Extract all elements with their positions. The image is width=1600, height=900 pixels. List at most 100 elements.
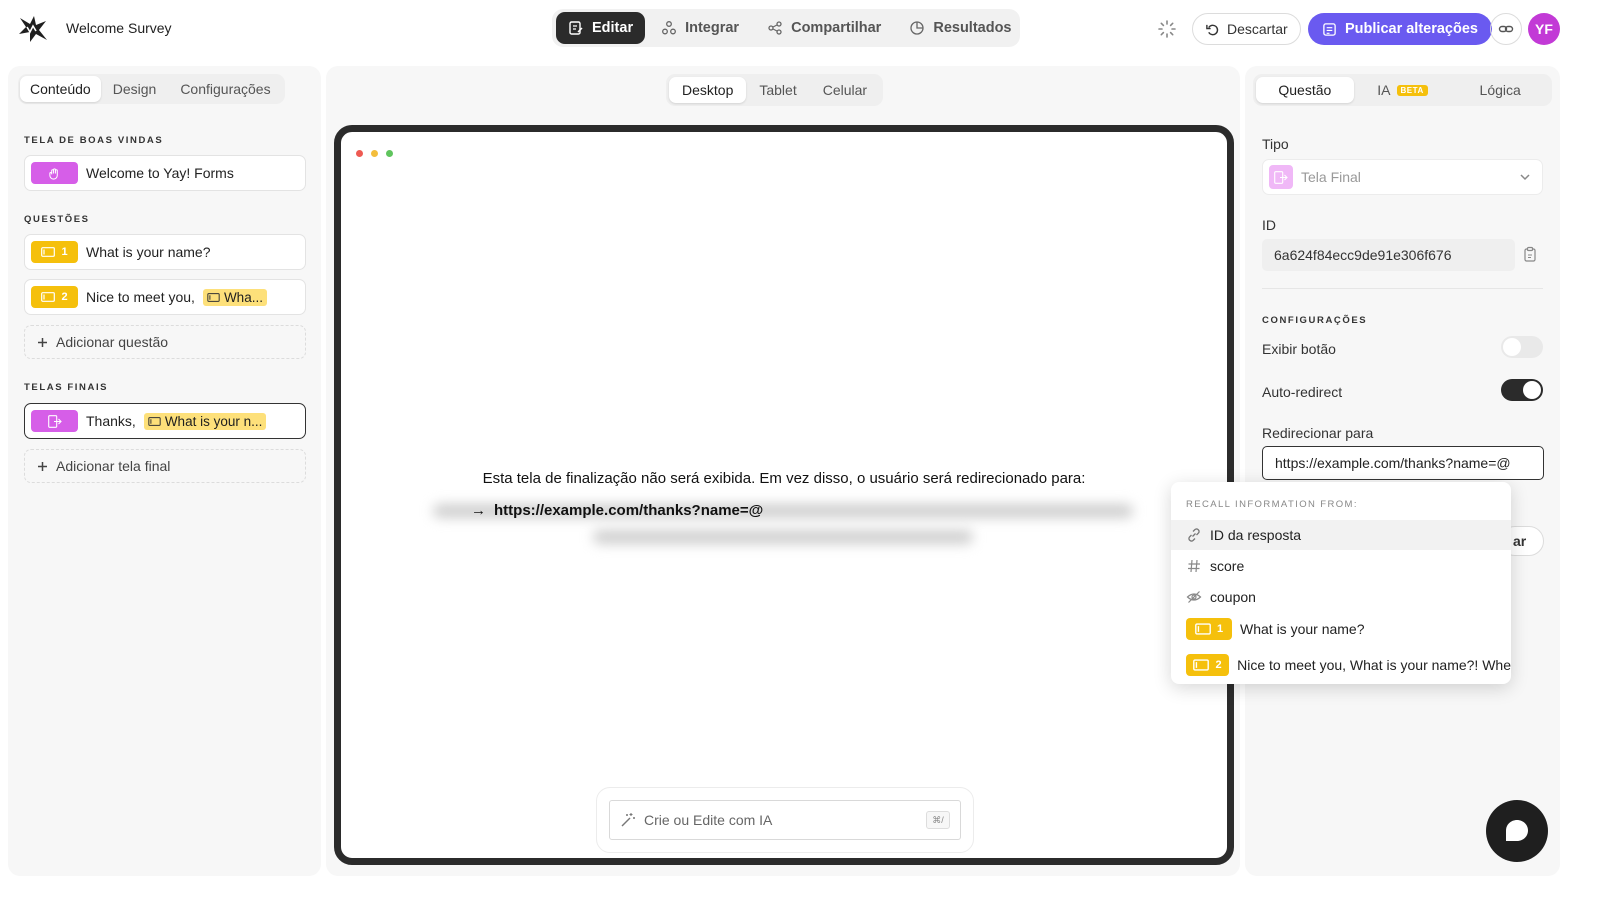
tab-ia[interactable]: IA BETA — [1354, 77, 1452, 103]
beta-badge: BETA — [1396, 84, 1428, 96]
minimize-dot-icon — [371, 150, 378, 157]
show-button-label: Exibir botão — [1262, 341, 1336, 357]
ai-assistant-box: Crie ou Edite com IA ⌘/ — [596, 787, 974, 853]
id-field[interactable]: 6a624f84ecc9de91e306f676 — [1262, 239, 1515, 271]
short-text-icon — [1195, 623, 1211, 635]
exit-screen-icon — [47, 414, 62, 428]
add-ending-label: Adicionar tela final — [56, 458, 171, 474]
nav-integrar[interactable]: Integrar — [649, 12, 751, 44]
toggle-knob — [1503, 338, 1521, 356]
discard-label: Descartar — [1227, 21, 1288, 37]
id-label: ID — [1262, 217, 1276, 233]
question-number-2: 2 — [61, 291, 68, 303]
recall-item-coupon[interactable]: coupon — [1171, 582, 1511, 612]
tab-logica[interactable]: Lógica — [1451, 77, 1549, 103]
welcome-item-label: Welcome to Yay! Forms — [86, 165, 234, 181]
loading-spinner-icon — [1158, 20, 1176, 38]
type-select[interactable]: Tela Final — [1262, 159, 1543, 195]
tab-tablet[interactable]: Tablet — [746, 77, 809, 103]
recall-item-question-2[interactable]: 2 Nice to meet you, What is your name?! … — [1171, 650, 1511, 680]
ending-chip-text: What is your n... — [164, 413, 263, 429]
recall-item-label: What is your name? — [1240, 621, 1365, 637]
question-2-chip-text: Wha... — [223, 289, 263, 305]
ending-type-icon — [1269, 165, 1293, 189]
tab-conteudo[interactable]: Conteúdo — [20, 76, 101, 102]
tab-desktop[interactable]: Desktop — [669, 77, 747, 103]
question-badge-2: 2 — [31, 286, 78, 308]
yay-logo-icon[interactable] — [16, 12, 50, 46]
ending-badge — [31, 410, 78, 432]
question-number-1: 1 — [61, 246, 68, 258]
redirect-url-input[interactable]: https://example.com/thanks?name=@ — [1262, 446, 1544, 480]
edit-icon — [569, 21, 583, 35]
tab-design[interactable]: Design — [101, 76, 169, 102]
recall-item-label: coupon — [1210, 589, 1256, 605]
arrow-icon: → — [471, 502, 486, 519]
recall-question-number: 2 — [1215, 659, 1222, 671]
nav-resultados[interactable]: Resultados — [897, 12, 1023, 44]
type-value: Tela Final — [1301, 169, 1361, 185]
discard-button[interactable]: Descartar — [1192, 13, 1301, 45]
support-chat-button[interactable] — [1486, 800, 1548, 862]
ai-input[interactable]: Crie ou Edite com IA ⌘/ — [609, 800, 961, 840]
question-settings-panel: Questão IA BETA Lógica Tipo Tela Final I… — [1245, 66, 1560, 876]
recall-item-score[interactable]: score — [1171, 551, 1511, 581]
link-icon — [1498, 25, 1514, 33]
plus-icon — [38, 461, 47, 471]
tab-configuracoes[interactable]: Configurações — [168, 76, 282, 102]
ending-item-text: Thanks, — [86, 413, 136, 429]
nav-editar-label: Editar — [592, 20, 634, 36]
right-tabs: Questão IA BETA Lógica — [1253, 74, 1552, 106]
plus-icon — [38, 337, 47, 347]
form-title[interactable]: Welcome Survey — [66, 20, 172, 36]
content-panel: Conteúdo Design Configurações TELA DE BO… — [8, 66, 321, 876]
recall-item-response-id[interactable]: ID da resposta — [1171, 520, 1511, 550]
magic-wand-icon — [621, 813, 635, 827]
tab-questao[interactable]: Questão — [1256, 77, 1354, 103]
redirect-notice: Esta tela de finalização não será exibid… — [482, 470, 1086, 487]
ai-shortcut-hint: ⌘/ — [926, 811, 950, 829]
question-text-2: Nice to meet you, — [86, 289, 195, 305]
user-avatar[interactable]: YF — [1528, 13, 1560, 45]
ending-screen-item[interactable]: Thanks, What is your n... — [24, 403, 306, 439]
publish-icon — [1323, 22, 1336, 36]
short-text-icon — [1193, 659, 1210, 671]
settings-section-label: CONFIGURAÇÕES — [1262, 315, 1368, 326]
welcome-screen-item[interactable]: Welcome to Yay! Forms — [24, 155, 306, 191]
desktop-preview-frame: Esta tela de finalização não será exibid… — [334, 125, 1234, 865]
question-2-recall-chip: Wha... — [202, 288, 267, 306]
question-text-1: What is your name? — [86, 244, 211, 260]
question-item-2[interactable]: 2 Nice to meet you, Wha... — [24, 279, 306, 315]
type-label: Tipo — [1262, 136, 1289, 152]
window-dots — [356, 150, 393, 157]
copy-link-button[interactable] — [1490, 13, 1522, 45]
close-dot-icon — [356, 150, 363, 157]
nav-compartilhar[interactable]: Compartilhar — [755, 12, 893, 44]
clipboard-icon[interactable] — [1522, 246, 1538, 262]
nav-editar[interactable]: Editar — [556, 12, 646, 44]
recall-item-label: score — [1210, 558, 1245, 574]
tab-ia-label: IA — [1377, 82, 1391, 98]
recall-item-question-1[interactable]: 1 What is your name? — [1171, 614, 1511, 644]
recall-dropdown: RECALL INFORMATION FROM: ID da resposta … — [1171, 482, 1511, 684]
section-divider — [1262, 288, 1543, 289]
publish-button[interactable]: Publicar alterações — [1308, 13, 1492, 45]
question-item-1[interactable]: 1 What is your name? — [24, 234, 306, 270]
show-button-toggle[interactable] — [1501, 336, 1543, 358]
blurred-description-line — [593, 530, 973, 544]
nav-resultados-label: Resultados — [933, 20, 1012, 36]
tab-celular[interactable]: Celular — [810, 77, 880, 103]
toggle-knob — [1523, 381, 1541, 399]
share-icon — [768, 21, 782, 35]
chevron-down-icon — [1520, 174, 1530, 181]
add-question-button[interactable]: Adicionar questão — [24, 325, 306, 359]
recall-question-badge-1: 1 — [1186, 618, 1232, 640]
hash-icon — [1188, 559, 1200, 573]
add-ending-button[interactable]: Adicionar tela final — [24, 449, 306, 483]
welcome-section-label: TELA DE BOAS VINDAS — [24, 135, 164, 146]
ai-placeholder: Crie ou Edite com IA — [644, 812, 773, 828]
auto-redirect-toggle[interactable] — [1501, 379, 1543, 401]
device-tabs: Desktop Tablet Celular — [666, 74, 884, 106]
short-text-icon — [207, 292, 220, 302]
link-icon — [1188, 528, 1200, 542]
